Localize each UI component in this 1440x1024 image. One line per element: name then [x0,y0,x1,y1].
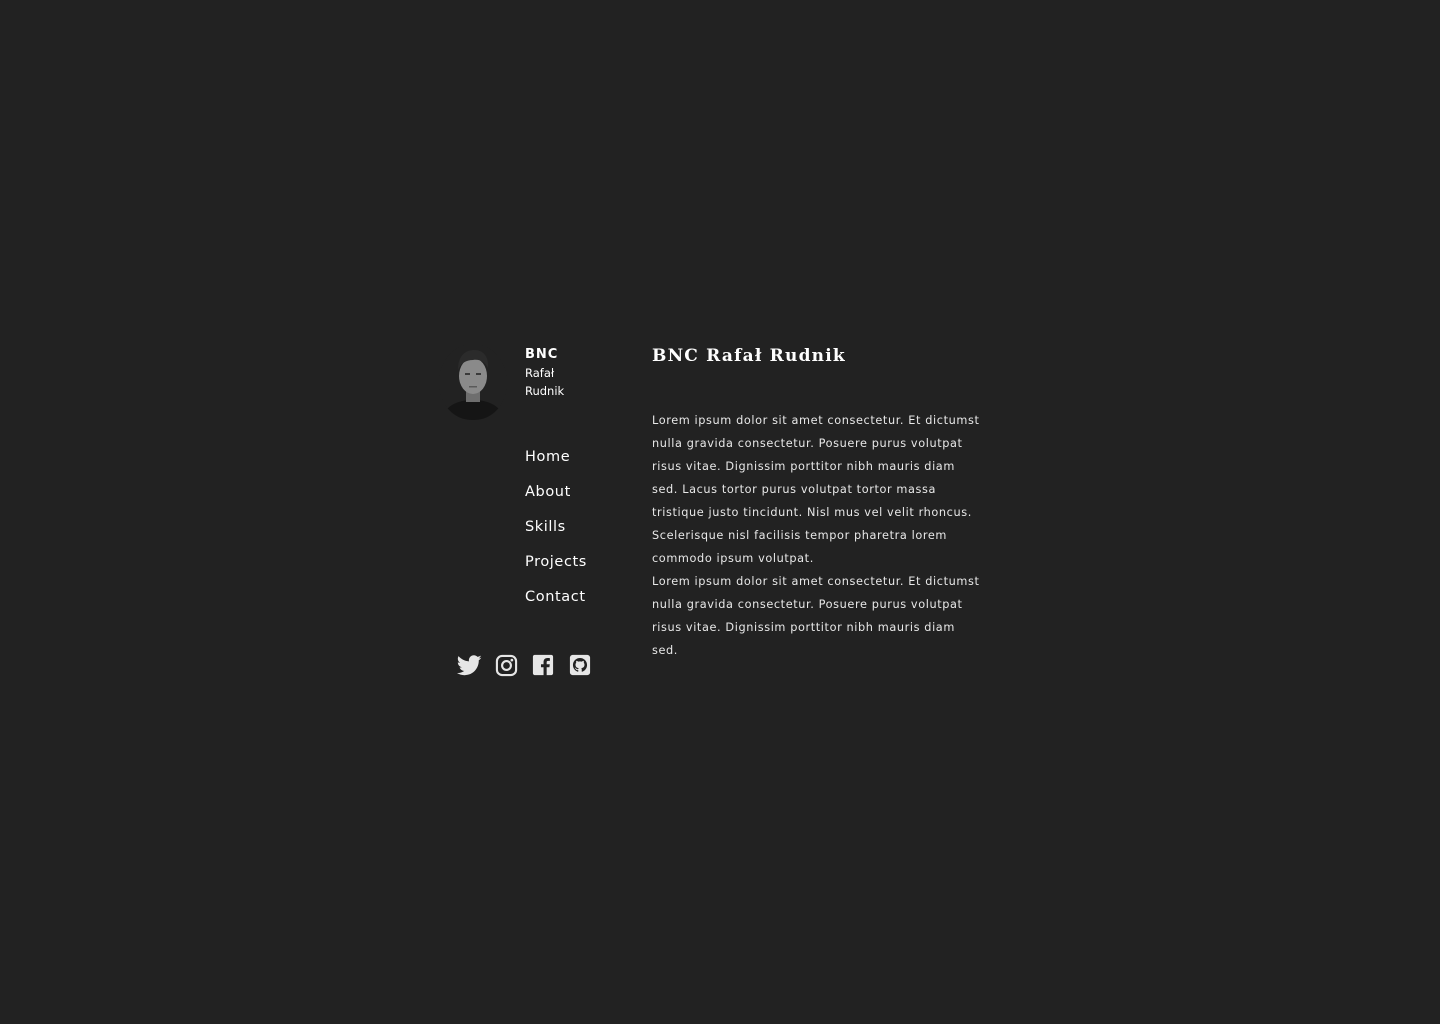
brand-last-name: Rudnik [525,384,565,398]
nav-item-about[interactable]: About [525,482,635,517]
nav-item-home[interactable]: Home [525,447,635,482]
avatar [439,344,507,420]
nav-item-projects[interactable]: Projects [525,552,635,587]
social-links [456,652,593,678]
twitter-icon[interactable] [456,652,482,678]
github-icon[interactable] [567,652,593,678]
body-paragraph-2: Lorem ipsum dolor sit amet consectetur. … [652,575,980,657]
instagram-icon[interactable] [493,652,519,678]
body-paragraph-1: Lorem ipsum dolor sit amet consectetur. … [652,414,980,565]
avatar-portrait-icon [439,344,507,420]
nav-item-skills[interactable]: Skills [525,517,635,552]
facebook-icon[interactable] [530,652,556,678]
page-title: BNC Rafał Rudnik [652,346,846,366]
page: BNC Rafał Rudnik Home About Skills Proje… [0,0,1440,1024]
nav-item-contact[interactable]: Contact [525,587,635,622]
brand-first-name: Rafał [525,366,555,380]
main-content: Lorem ipsum dolor sit amet consectetur. … [652,409,982,662]
brand-short-name: BNC [525,347,559,362]
brand-block[interactable]: BNC Rafał Rudnik [525,346,635,400]
main-nav: Home About Skills Projects Contact [525,447,635,622]
